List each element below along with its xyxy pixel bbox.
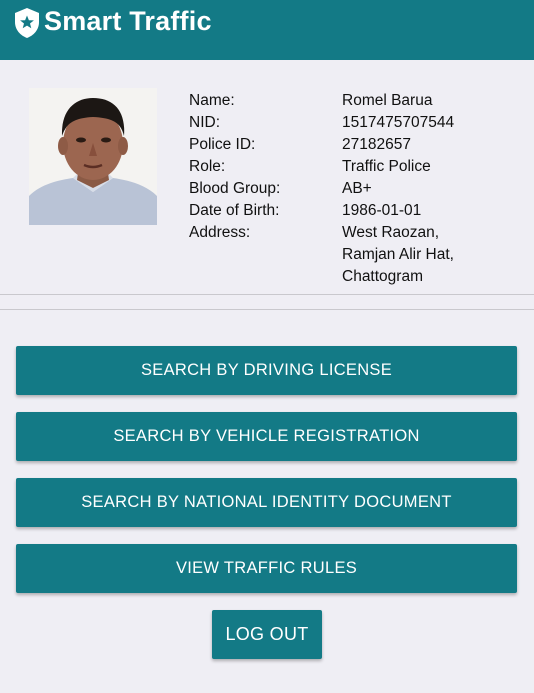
officer-profile-card: Name: Romel Barua NID: 1517475707544 Pol… xyxy=(0,60,534,294)
address-value: West Raozan, Ramjan Alir Hat, Chattogram xyxy=(342,224,454,285)
officer-photo xyxy=(29,88,157,225)
search-national-id-button[interactable]: SEARCH BY NATIONAL IDENTITY DOCUMENT xyxy=(16,478,517,527)
address-label: Address: xyxy=(189,224,251,241)
name-label: Name: xyxy=(189,92,235,109)
profile-divider-bottom xyxy=(0,309,534,310)
date-of-birth-label: Date of Birth: xyxy=(189,202,280,219)
role-value: Traffic Police xyxy=(342,158,431,175)
search-vehicle-registration-button[interactable]: SEARCH BY VEHICLE REGISTRATION xyxy=(16,412,517,461)
app-bar: Smart Traffic xyxy=(0,0,534,60)
nid-label: NID: xyxy=(189,114,220,131)
blood-group-label: Blood Group: xyxy=(189,180,281,197)
role-label: Role: xyxy=(189,158,226,175)
police-id-label: Police ID: xyxy=(189,136,256,153)
nid-value: 1517475707544 xyxy=(342,114,455,131)
search-driving-license-button[interactable]: SEARCH BY DRIVING LICENSE xyxy=(16,346,517,395)
blood-group-value: AB+ xyxy=(342,180,372,197)
name-value: Romel Barua xyxy=(342,92,433,109)
date-of-birth-value: 1986-01-01 xyxy=(342,202,422,219)
view-traffic-rules-button[interactable]: VIEW TRAFFIC RULES xyxy=(16,544,517,593)
avatar xyxy=(29,88,157,225)
app-title: Smart Traffic xyxy=(44,6,212,36)
profile-divider-top xyxy=(0,294,534,295)
log-out-button[interactable]: LOG OUT xyxy=(212,610,322,659)
police-id-value: 27182657 xyxy=(342,136,411,153)
police-badge-star-icon xyxy=(15,8,39,38)
